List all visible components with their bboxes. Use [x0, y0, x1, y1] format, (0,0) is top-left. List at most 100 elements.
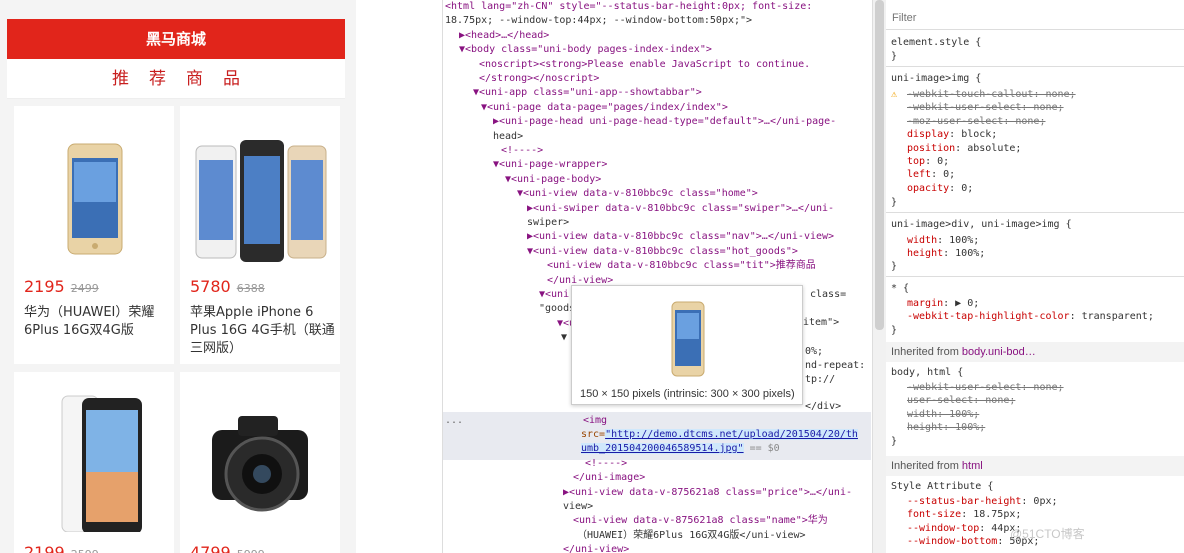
section-title: 推荐商品 [7, 59, 345, 99]
dom-node-line[interactable]: <noscript><strong>Please enable JavaScri… [479, 58, 810, 72]
goods-card[interactable]: 2195 2499 华为（HUAWEI）荣耀6Plus 16G双4G版 [14, 106, 174, 364]
dom-node-line[interactable]: ▼<uni-page-wrapper> [493, 158, 607, 172]
dom-node-line[interactable]: ▼<uni-view data-v-810bbc9c class="home"> [517, 187, 758, 201]
price-row: 4799 5999 [190, 543, 265, 553]
filter-input[interactable] [886, 8, 1146, 28]
dom-node-line[interactable]: ▼<uni-page data-page="pages/index/index"… [481, 101, 728, 115]
price: 2199 [24, 543, 65, 553]
css-property[interactable]: position: absolute; [907, 142, 1021, 155]
filter-bar[interactable] [886, 8, 1184, 30]
divider [886, 276, 1184, 277]
phone-preview-image [671, 301, 705, 377]
inherited-selector[interactable]: html [962, 460, 983, 472]
dom-node-line[interactable]: ▶<uni-view data-v-875621a8 class="price"… [563, 486, 852, 500]
dom-node-line[interactable]: head> [493, 130, 523, 144]
dom-node-line[interactable]: swiper> [527, 216, 569, 230]
css-property[interactable]: -moz-user-select: none; [907, 115, 1045, 128]
css-property[interactable]: -webkit-user-select: none; [907, 381, 1064, 394]
css-property-name: --window-top [907, 522, 980, 534]
dom-node-line[interactable]: <!----> [501, 144, 543, 158]
goods-card[interactable]: 2199 2599 [14, 372, 174, 553]
dom-node-line[interactable]: ▶<uni-view data-v-810bbc9c class="nav">…… [527, 230, 834, 244]
css-property[interactable]: -webkit-tap-highlight-color: transparent… [907, 310, 1154, 323]
rule-close: } [891, 51, 898, 62]
elements-panel[interactable]: <html lang="zh-CN" style="--status-bar-h… [442, 0, 872, 553]
css-property[interactable]: top: 0; [907, 155, 949, 168]
src-value: "http://demo.dtcms.net/upload/201504/20/… [605, 429, 858, 440]
css-property[interactable]: height: 100%; [907, 247, 985, 260]
scroll-thumb[interactable] [875, 0, 884, 330]
css-property-value: : 100%; [943, 422, 986, 434]
dom-node-fragment: class= [810, 289, 847, 300]
css-property[interactable]: height: 100%; [907, 421, 985, 434]
selected-img-src[interactable]: src="http://demo.dtcms.net/upload/201504… [581, 428, 858, 442]
dom-node-line[interactable]: </strong></noscript> [479, 72, 599, 86]
dom-node-line[interactable]: "goods [539, 302, 575, 316]
dom-node-line[interactable]: </uni-image> [573, 471, 645, 485]
dom-node-line[interactable]: view> [563, 500, 593, 514]
css-property-value: : ▶ 0; [943, 298, 980, 309]
rule-selector[interactable]: Style Attribute { [891, 480, 993, 493]
css-property-value: : 100%; [937, 235, 980, 246]
rule-selector[interactable]: uni-image>img { [891, 72, 981, 85]
css-property[interactable]: margin: ▶ 0; [907, 297, 979, 310]
css-property[interactable]: left: 0; [907, 168, 955, 181]
css-property-value: : 0px; [1021, 496, 1058, 507]
elements-scrollbar[interactable] [872, 0, 886, 553]
ellipsis-marker[interactable]: ... [445, 414, 463, 428]
app-header: 黑马商城 [7, 19, 345, 59]
css-property-name: --status-bar-height [907, 496, 1022, 507]
inherited-selector[interactable]: body.uni-bod… [962, 346, 1036, 358]
dom-node-line[interactable]: ▼<uni-app class="uni-app--showtabbar"> [473, 86, 702, 100]
element-style-rule[interactable]: element.style { [891, 36, 981, 49]
dom-node-line[interactable]: ▶<head>…</head> [459, 29, 549, 43]
css-property[interactable]: width: 100%; [907, 408, 979, 421]
dom-node-line[interactable]: ▼<body class="uni-body pages-index-index… [459, 43, 712, 57]
rule-selector[interactable]: uni-image>div, uni-image>img { [891, 218, 1072, 231]
dom-node-line[interactable]: <html lang="zh-CN" style="--status-bar-h… [445, 0, 812, 14]
css-property-name: position [907, 142, 956, 154]
dom-node-line[interactable]: ▼ [561, 331, 567, 345]
dom-node-line[interactable]: ▶<uni-page-head uni-page-head-type="defa… [493, 115, 836, 129]
dom-node-line[interactable]: ▼<uni-page-body> [505, 173, 601, 187]
selected-img-tag[interactable]: <img [583, 414, 607, 428]
dom-node-line[interactable]: <uni-view data-v-875621a8 class="name">华… [573, 514, 828, 528]
dom-node-line[interactable]: <!----> [585, 457, 627, 471]
rule-close: } [891, 325, 898, 336]
camera-image [212, 416, 308, 512]
src-attr: src= [581, 429, 606, 440]
goods-list: 2195 2499 华为（HUAWEI）荣耀6Plus 16G双4G版 5780 6… [7, 99, 345, 553]
css-property[interactable]: width: 100%; [907, 234, 979, 247]
css-property[interactable]: font-size: 18.75px; [907, 508, 1021, 521]
warning-icon[interactable]: ⚠ [891, 88, 897, 101]
styles-panel[interactable]: element.style { } uni-image>img { -webki… [886, 0, 1184, 553]
dom-node-line[interactable]: ▶<uni-swiper data-v-810bbc9c class="swip… [527, 202, 834, 216]
dom-node-line[interactable]: <uni-view data-v-810bbc9c class="tit">推荐… [547, 259, 816, 273]
selected-img-src-cont[interactable]: umb_201504200046589514.jpg" == $0 [581, 442, 780, 456]
css-property[interactable]: -webkit-touch-callout: none; [907, 88, 1076, 101]
css-property[interactable]: --status-bar-height: 0px; [907, 495, 1058, 508]
css-property-value: : 100%; [937, 408, 980, 420]
css-property[interactable]: display: block; [907, 128, 997, 141]
rule-selector[interactable]: * { [891, 282, 909, 295]
css-property[interactable]: -webkit-user-select: none; [907, 101, 1064, 114]
css-property[interactable]: --window-top: 44px; [907, 522, 1021, 535]
inherited-header: Inherited from html [886, 456, 1184, 476]
css-property-name: -moz-user-select [907, 115, 1004, 127]
dom-node-line[interactable]: ▼<uni-view data-v-810bbc9c class="hot_go… [527, 245, 798, 259]
css-property-value: : 18.75px; [961, 509, 1022, 521]
dom-node-line[interactable]: （HUAWEI）荣耀6Plus 16G双4G版</uni-view> [577, 529, 806, 543]
css-property[interactable]: user-select: none; [907, 394, 1015, 407]
dom-node-line[interactable]: </uni-view> [563, 543, 629, 553]
css-property[interactable]: opacity: 0; [907, 182, 973, 195]
goods-card[interactable]: 5780 6388 苹果Apple iPhone 6 Plus 16G 4G手机（… [180, 106, 340, 364]
dom-node-line[interactable]: 18.75px; --window-top:44px; --window-bot… [445, 14, 752, 28]
dom-node-line[interactable]: ▼<uni [539, 288, 569, 302]
css-property-value: : 0; [925, 156, 950, 167]
old-price: 6388 [236, 282, 265, 295]
css-property-value: : none; [1033, 89, 1076, 100]
css-property-name: width [907, 408, 938, 420]
css-property-value: : 0; [949, 182, 974, 194]
goods-card[interactable]: 4799 5999 [180, 372, 340, 553]
rule-selector[interactable]: body, html { [891, 366, 963, 379]
